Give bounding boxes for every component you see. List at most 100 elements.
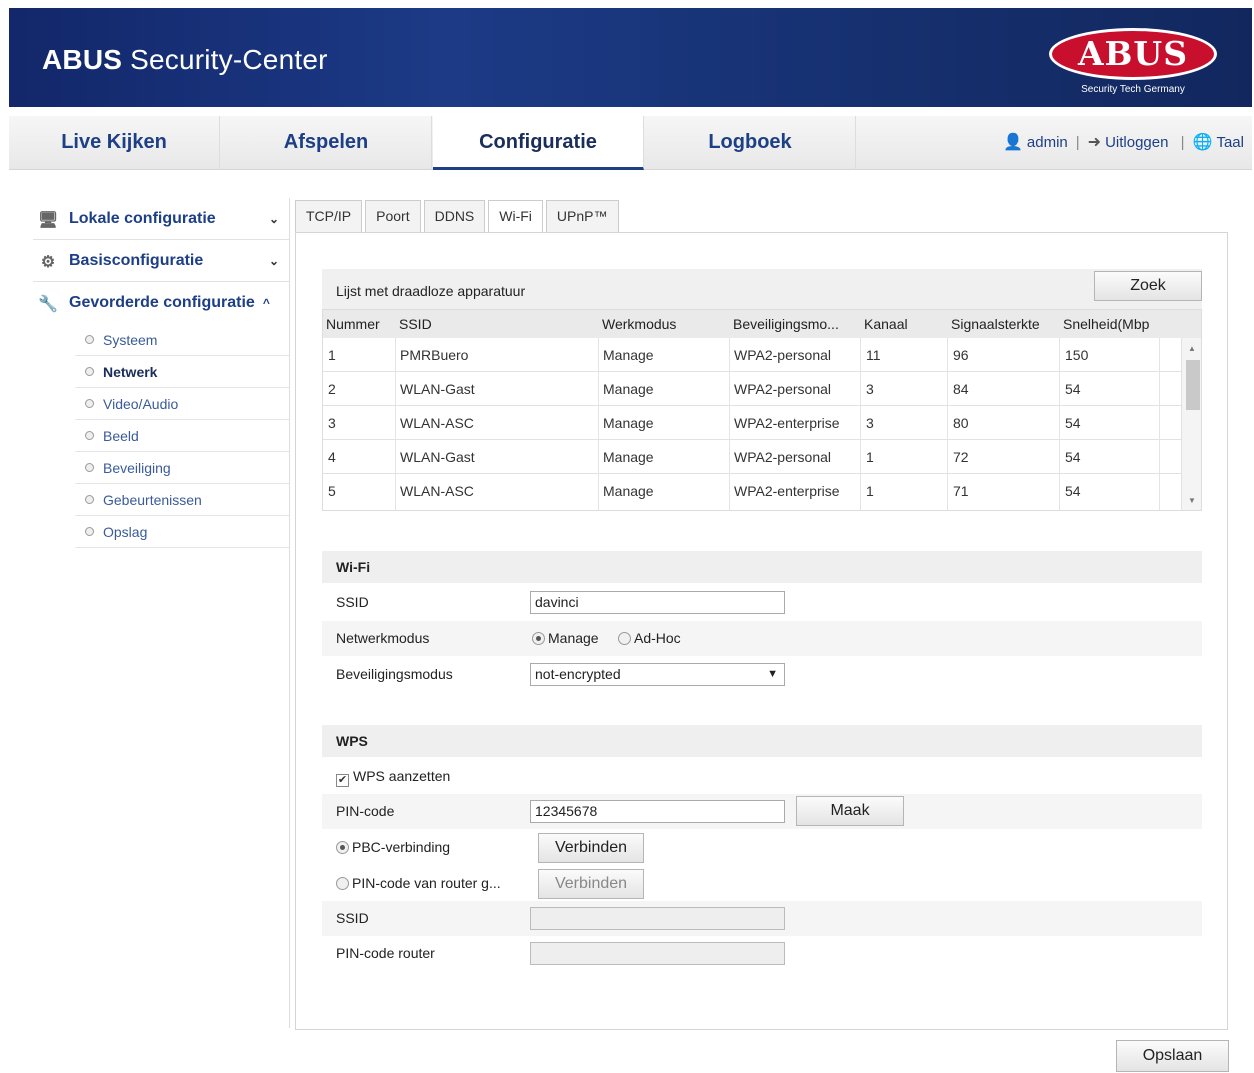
security-mode-select[interactable]: not-encrypted ▼ [530,663,785,686]
sidebar-item-systeem[interactable]: Systeem [75,324,289,356]
col-snelheid[interactable]: Snelheid(Mbp [1063,316,1159,332]
tab-logboek[interactable]: Logboek [645,116,856,170]
tab-ddns[interactable]: DDNS [423,200,486,232]
table-row[interactable]: 2 WLAN-Gast Manage WPA2-personal 3 84 54 [323,372,1181,406]
cell-signaal: 80 [953,415,969,431]
wireless-table: Nummer SSID Werkmodus Beveiligingsmo... … [322,309,1202,511]
wps-ssid-input[interactable] [530,907,785,930]
col-signaalsterkte[interactable]: Signaalsterkte [951,316,1040,332]
globe-icon: 🌐 [1192,134,1213,151]
cell-werkmodus: Manage [603,483,654,499]
tab-afspelen[interactable]: Afspelen [221,116,432,170]
table-scrollbar[interactable]: ▲ ▼ [1181,338,1201,510]
cell-kanaal: 3 [866,415,874,431]
cell-beveiliging: WPA2-personal [734,381,832,397]
pbc-radio[interactable]: PBC-verbinding [336,839,450,855]
scroll-thumb[interactable] [1186,360,1200,410]
pin-code-input[interactable]: 12345678 [530,800,785,823]
cell-werkmodus: Manage [603,381,654,397]
col-werkmodus[interactable]: Werkmodus [602,316,676,332]
sidebar-group-gevorderde-configuratie[interactable]: 🔧 Gevorderde configuratie ^ [33,282,289,324]
sidebar-group-lokale-configuratie[interactable]: 🖥 Lokale configuratie ⌄ [33,198,289,240]
save-button[interactable]: Opslaan [1116,1040,1229,1072]
radio-selected-icon [336,841,349,854]
pin-code-label: PIN-code [336,803,395,819]
cell-nummer: 5 [328,483,336,499]
table-row[interactable]: 5 WLAN-ASC Manage WPA2-enterprise 1 71 5… [323,474,1181,508]
col-beveiligingsmodus[interactable]: Beveiligingsmo... [733,316,857,332]
cell-beveiliging: WPA2-personal [734,449,832,465]
logout-link[interactable]: ➜ Uitloggen [1088,117,1169,169]
cell-werkmodus: Manage [603,449,654,465]
col-kanaal[interactable]: Kanaal [864,316,908,332]
cell-beveiliging: WPA2-enterprise [734,483,840,499]
user-link[interactable]: 👤 admin [1003,117,1068,169]
tab-upnp[interactable]: UPnP™ [545,200,619,232]
cell-ssid: WLAN-Gast [400,449,475,465]
radio-selected-icon [532,632,545,645]
router-connect-button[interactable]: Verbinden [538,869,644,899]
make-pin-button[interactable]: Maak [796,796,904,826]
sidebar-item-opslag[interactable]: Opslag [75,516,289,548]
sidebar-item-beveiliging[interactable]: Beveiliging [75,452,289,484]
tab-configuratie[interactable]: Configuratie [433,116,644,170]
bullet-icon [85,399,94,408]
wps-section-title: WPS [322,725,1202,757]
sidebar-item-beeld[interactable]: Beeld [75,420,289,452]
wps-enable-checkbox[interactable]: ✔ WPS aanzetten [336,768,450,787]
wireless-list-title: Lijst met draadloze apparatuur [336,283,526,299]
main-nav: Live Kijken Afspelen Configuratie Logboe… [9,116,1252,170]
col-nummer[interactable]: Nummer [326,316,380,332]
scroll-up-icon[interactable]: ▲ [1188,344,1196,353]
chevron-down-icon: ⌄ [268,211,279,226]
col-ssid[interactable]: SSID [399,316,432,332]
security-mode-label: Beveiligingsmodus [336,666,453,682]
wrench-icon: 🔧 [38,296,58,313]
language-link[interactable]: 🌐 Taal [1193,117,1244,169]
logo-subtitle: Security Tech Germany [1081,84,1185,95]
tab-poort[interactable]: Poort [365,200,421,232]
chevron-up-icon: ^ [262,296,270,310]
router-pin-radio[interactable]: PIN-code van router g... [336,875,501,891]
table-row[interactable]: 1 PMRBuero Manage WPA2-personal 11 96 15… [323,338,1181,372]
router-code-input[interactable] [530,942,785,965]
pbc-connect-button[interactable]: Verbinden [538,833,644,863]
mode-adhoc-radio[interactable]: Ad-Hoc [618,630,681,646]
tab-wifi[interactable]: Wi-Fi [488,200,543,234]
user-area: 👤 admin | ➜ Uitloggen | 🌐 Taal [1003,116,1244,170]
cell-snelheid: 54 [1065,449,1081,465]
cell-snelheid: 150 [1065,347,1089,363]
scroll-down-icon[interactable]: ▼ [1188,496,1196,505]
table-row[interactable]: 3 WLAN-ASC Manage WPA2-enterprise 3 80 5… [323,406,1181,440]
cell-ssid: WLAN-Gast [400,381,475,397]
ssid-input[interactable]: davinci [530,591,785,614]
sidebar-item-gebeurtenissen[interactable]: Gebeurtenissen [75,484,289,516]
cell-nummer: 4 [328,449,336,465]
network-subtabs: TCP/IP Poort DDNS Wi-Fi UPnP™ [295,200,622,234]
sidebar-group-basisconfiguratie[interactable]: ⚙ Basisconfiguratie ⌄ [33,240,289,282]
cell-signaal: 72 [953,449,969,465]
chevron-down-icon: ⌄ [268,253,279,268]
radio-icon [618,632,631,645]
mode-manage-radio[interactable]: Manage [532,630,599,646]
router-code-label: PIN-code router [336,945,435,961]
divider [289,198,290,1028]
sidebar: 🖥 Lokale configuratie ⌄ ⚙ Basisconfigura… [33,198,289,548]
cell-kanaal: 11 [866,347,881,363]
cell-snelheid: 54 [1065,415,1081,431]
tab-tcp-ip[interactable]: TCP/IP [295,200,363,232]
search-button[interactable]: Zoek [1094,271,1202,301]
abus-logo: ABUS Security Tech Germany [1047,26,1223,96]
separator: | [1075,134,1080,151]
tab-live-kijken[interactable]: Live Kijken [9,116,220,170]
table-header: Nummer SSID Werkmodus Beveiligingsmo... … [323,310,1201,338]
cell-signaal: 71 [953,483,969,499]
sidebar-item-netwerk[interactable]: Netwerk [75,356,289,388]
cell-werkmodus: Manage [603,347,654,363]
sidebar-item-video-audio[interactable]: Video/Audio [75,388,289,420]
cell-nummer: 3 [328,415,336,431]
table-row[interactable]: 4 WLAN-Gast Manage WPA2-personal 1 72 54 [323,440,1181,474]
wps-ssid-label: SSID [336,910,369,926]
cell-beveiliging: WPA2-personal [734,347,832,363]
app-title: ABUS Security-Center [42,44,328,75]
